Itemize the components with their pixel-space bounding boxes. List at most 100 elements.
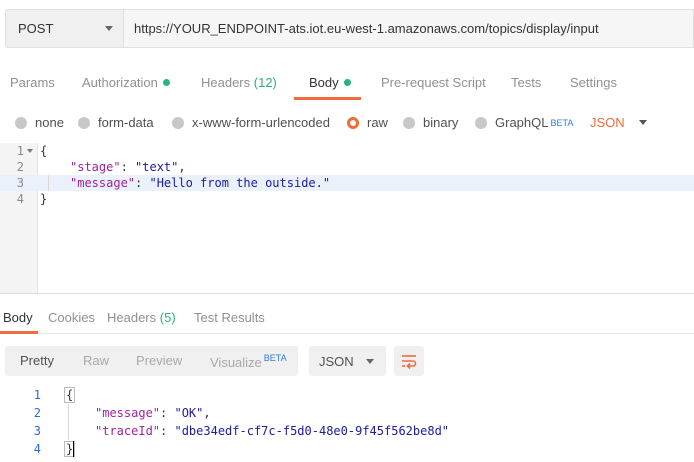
line-number: 2	[16, 160, 24, 174]
comma: ,	[203, 406, 211, 420]
body-language-select[interactable]: JSON	[590, 115, 647, 130]
active-tab-underline	[294, 97, 361, 100]
headers-count-badge: (12)	[253, 75, 277, 90]
chevron-down-icon	[638, 120, 647, 125]
tab-params[interactable]: Params	[10, 75, 55, 90]
headers-count-badge: (5)	[159, 310, 176, 325]
colon: :	[160, 406, 175, 420]
radio-urlencoded[interactable]: x-www-form-urlencoded	[172, 115, 330, 130]
code-text: "message": "OK",	[95, 404, 211, 422]
text-cursor	[73, 441, 74, 457]
tab-headers[interactable]: Headers (12)	[201, 75, 277, 90]
response-format-label: JSON	[319, 353, 354, 369]
radio-raw-label: raw	[367, 115, 388, 130]
code-text: "message": "Hello from the outside."	[70, 175, 330, 191]
line-number: 4	[33, 442, 41, 456]
request-body-editor[interactable]: 1 { 2 "stage": "text", 3 "message": "Hel…	[0, 143, 694, 293]
view-mode-segmented: Pretty Raw Preview Visualize BETA	[5, 346, 298, 376]
response-tab-headers[interactable]: Headers (5)	[107, 310, 176, 325]
brace: }	[40, 192, 48, 206]
radio-form-data[interactable]: form-data	[78, 115, 154, 130]
request-tabs: Params Authorization Headers (12) Body P…	[0, 66, 694, 100]
comma: ,	[178, 160, 186, 174]
tab-prerequest-script[interactable]: Pre-request Script	[381, 75, 486, 90]
line-number: 3	[16, 176, 24, 190]
indent-guide	[48, 175, 49, 191]
view-preview-button[interactable]: Preview	[136, 353, 182, 368]
response-format-select[interactable]: JSON	[309, 346, 386, 376]
chevron-down-icon	[366, 359, 374, 364]
body-type-options: none form-data x-www-form-urlencoded raw…	[0, 113, 694, 135]
tab-body[interactable]: Body	[309, 75, 351, 90]
json-key: "stage"	[70, 160, 121, 174]
method-label: POST	[18, 21, 54, 36]
radio-off-icon	[78, 116, 90, 129]
status-dot-icon	[343, 79, 351, 86]
wrap-lines-button[interactable]	[394, 346, 424, 376]
json-string: "text"	[135, 160, 179, 174]
fold-arrow-icon[interactable]	[27, 149, 33, 153]
indent-guide	[68, 404, 69, 440]
radio-none[interactable]: none	[15, 115, 64, 130]
line-number: 1	[33, 388, 41, 402]
json-string: "Hello from the outside."	[149, 176, 331, 190]
radio-raw[interactable]: raw	[347, 115, 388, 130]
json-key: "message"	[95, 406, 161, 420]
tab-tests[interactable]: Tests	[511, 75, 541, 90]
response-body-viewer[interactable]: 1 { 2 "message": "OK", 3 "traceId": "dbe…	[0, 386, 694, 462]
code-line: 2 "stage": "text",	[0, 159, 694, 175]
line-number: 2	[33, 406, 41, 420]
view-raw-button[interactable]: Raw	[83, 353, 109, 368]
response-tab-headers-label: Headers	[107, 310, 157, 325]
wrap-lines-icon	[402, 355, 417, 369]
radio-off-icon	[403, 116, 415, 129]
colon: :	[120, 160, 136, 174]
json-key: "traceId"	[95, 424, 161, 438]
response-toolbar: Pretty Raw Preview Visualize BETA JSON	[5, 346, 694, 376]
url-input[interactable]: https://YOUR_ENDPOINT-ats.iot.eu-west-1.…	[123, 9, 694, 48]
code-text: {	[64, 386, 76, 404]
code-line: 4 }	[0, 440, 694, 458]
json-key: "message"	[70, 176, 136, 190]
code-text: "stage": "text",	[70, 159, 186, 175]
view-pretty-button[interactable]: Pretty	[20, 353, 54, 368]
beta-badge: BETA	[550, 117, 574, 128]
line-number: 1	[16, 144, 24, 158]
response-tab-body[interactable]: Body	[3, 310, 33, 325]
body-language-label: JSON	[590, 115, 625, 130]
brace: {	[64, 387, 76, 403]
radio-off-icon	[475, 116, 487, 129]
brace: {	[40, 144, 48, 158]
json-string: "OK"	[174, 406, 204, 420]
view-visualize-label: Visualize	[210, 355, 262, 370]
code-line: 2 "message": "OK",	[0, 404, 694, 422]
radio-none-label: none	[35, 115, 64, 130]
code-line: 4 }	[0, 191, 694, 207]
radio-binary[interactable]: binary	[403, 115, 458, 130]
radio-form-data-label: form-data	[98, 115, 154, 130]
radio-graphql[interactable]: GraphQL BETA	[475, 115, 573, 130]
line-number: 4	[16, 192, 24, 206]
tab-authorization-label: Authorization	[82, 75, 158, 90]
method-select[interactable]: POST	[5, 9, 123, 48]
tab-headers-label: Headers	[201, 75, 251, 90]
view-visualize-button[interactable]: Visualize BETA	[210, 353, 287, 370]
line-number: 3	[33, 424, 41, 438]
beta-badge: BETA	[263, 353, 287, 363]
code-line: 1 {	[0, 386, 694, 404]
radio-binary-label: binary	[423, 115, 459, 130]
tab-body-label: Body	[309, 75, 339, 90]
code-text: {	[40, 143, 47, 159]
code-text: "traceId": "dbe34edf-cf7c-f5d0-48e0-9f45…	[95, 422, 449, 440]
radio-on-icon	[347, 116, 359, 129]
code-line: 1 {	[0, 143, 694, 159]
code-line-active: 3 "message": "Hello from the outside."	[0, 175, 694, 191]
response-tab-cookies[interactable]: Cookies	[48, 310, 95, 325]
response-tab-test-results[interactable]: Test Results	[194, 310, 265, 325]
tab-authorization[interactable]: Authorization	[82, 75, 170, 90]
response-tabs: Body Cookies Headers (5) Test Results	[0, 300, 694, 334]
request-url-bar: POST https://YOUR_ENDPOINT-ats.iot.eu-we…	[5, 9, 694, 48]
pane-divider[interactable]	[0, 293, 694, 294]
radio-off-icon	[15, 116, 27, 129]
tab-settings[interactable]: Settings	[570, 75, 617, 90]
